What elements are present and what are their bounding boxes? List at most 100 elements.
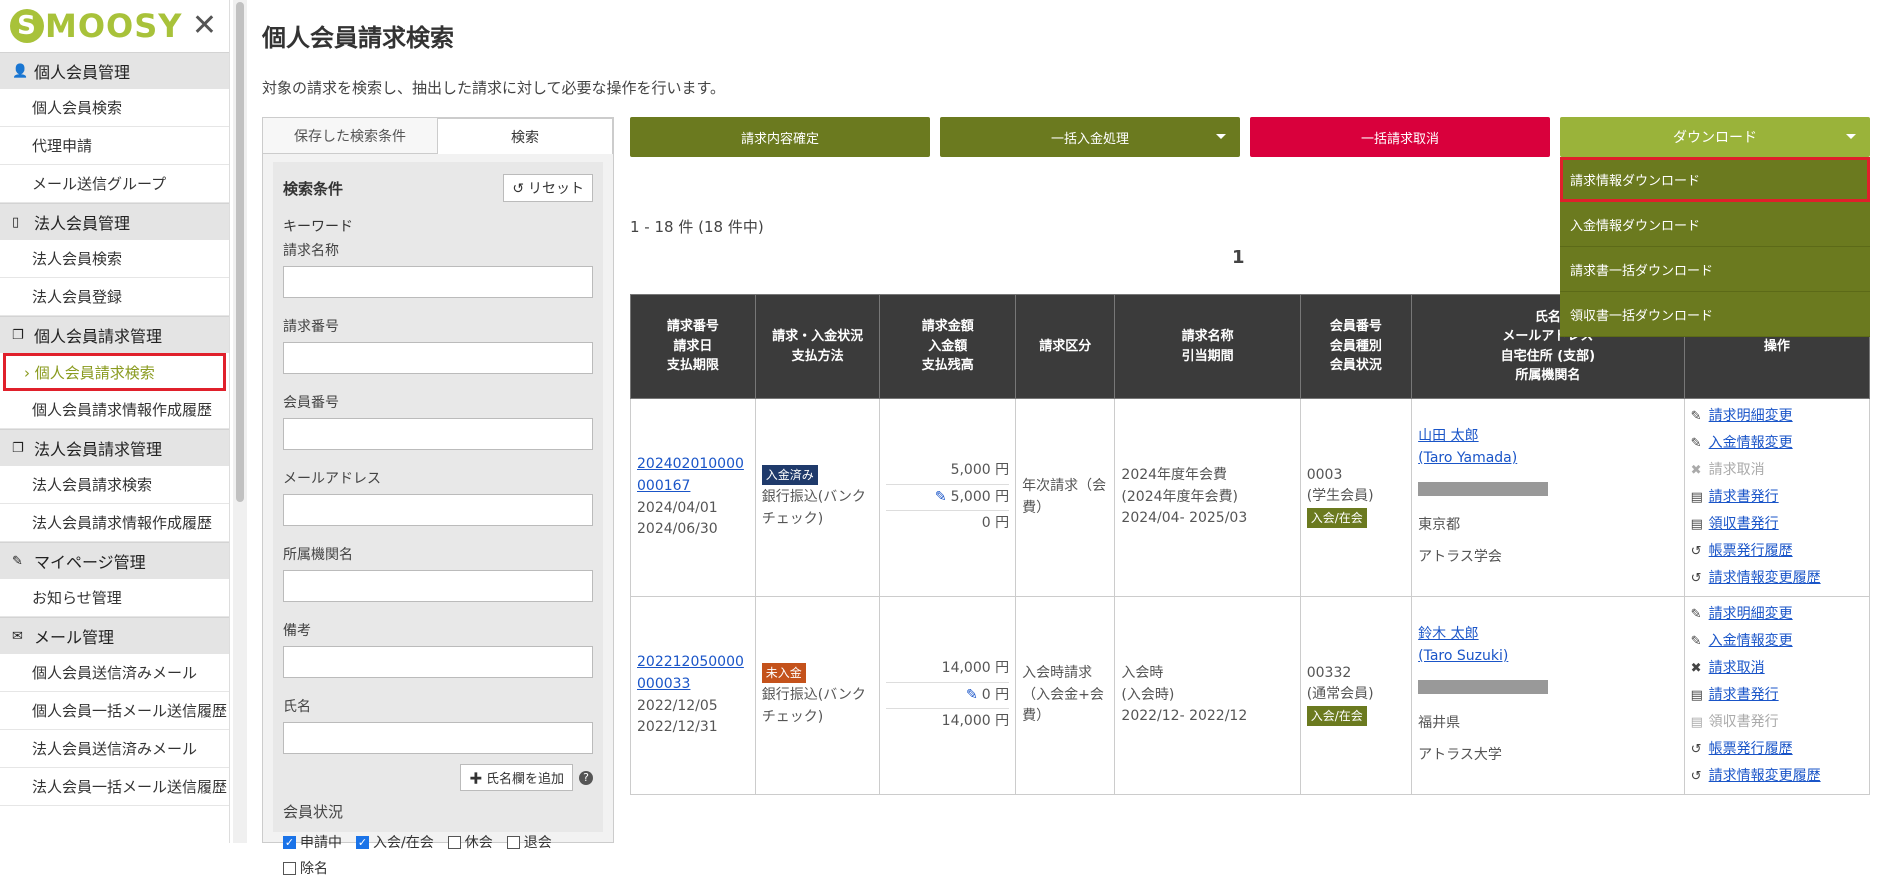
result-count: 1 - 18 件 (18 件中): [630, 218, 764, 236]
sidebar-section-header[interactable]: ❐ 個人会員請求管理: [0, 316, 229, 353]
invoice-number-cell: 202402010000 000167 2024/04/01 2024/06/30: [630, 398, 756, 597]
operation-item[interactable]: ✎ 入金情報変更: [1691, 430, 1863, 457]
checkbox-label: 入会/在会: [373, 835, 434, 851]
sidebar-item[interactable]: 個人会員請求情報作成履歴: [0, 391, 229, 429]
sidebar-scroll-thumb[interactable]: [236, 2, 244, 502]
operation-item[interactable]: ▤ 請求書発行: [1691, 484, 1863, 511]
bulk-cancel-button[interactable]: 一括請求取消: [1250, 117, 1550, 157]
invoice-number-link[interactable]: 202212050000 000033: [637, 654, 744, 692]
operation-item[interactable]: ↺ 請求情報変更履歴: [1691, 763, 1863, 790]
operation-link[interactable]: 請求明細変更: [1709, 601, 1793, 628]
operation-item[interactable]: ✖ 請求取消: [1691, 655, 1863, 682]
download-button[interactable]: ダウンロード: [1560, 117, 1870, 157]
sidebar-item[interactable]: 個人会員検索: [0, 89, 229, 127]
operation-item[interactable]: ✎ 入金情報変更: [1691, 628, 1863, 655]
search-input[interactable]: [283, 494, 593, 526]
invoice-number-link[interactable]: 202402010000 000167: [637, 456, 744, 494]
caret-down-icon: [1216, 134, 1226, 139]
invoice-name-line: (2024年度年会費): [1121, 488, 1238, 505]
operation-link[interactable]: 帳票発行履歴: [1709, 538, 1793, 565]
sidebar-item[interactable]: 個人会員送信済みメール: [0, 654, 229, 692]
sidebar-item[interactable]: 代理申請: [0, 127, 229, 165]
pagination-page[interactable]: 1: [1232, 247, 1245, 268]
member-status-checkbox[interactable]: 休会: [447, 832, 493, 852]
checkbox-icon[interactable]: [506, 835, 520, 849]
operation-link[interactable]: 請求取消: [1709, 655, 1765, 682]
checkbox-icon[interactable]: [283, 861, 296, 875]
sidebar-item[interactable]: 法人会員登録: [0, 278, 229, 316]
table-header-cell: 会員番号 会員種別 会員状況: [1299, 294, 1413, 399]
search-input[interactable]: [283, 342, 593, 374]
help-icon[interactable]: ?: [579, 770, 593, 785]
search-input[interactable]: [283, 646, 593, 678]
download-menu-item[interactable]: 入金情報ダウンロード: [1560, 202, 1870, 247]
edit-paid-icon[interactable]: ✎: [966, 687, 978, 703]
smoosy-logo[interactable]: S MOOSY: [10, 7, 182, 45]
confirm-invoice-button[interactable]: 請求内容確定: [630, 117, 930, 157]
checkbox-label: 除名: [300, 861, 328, 877]
member-status-checkbox[interactable]: ✓ 入会/在会: [356, 832, 434, 852]
operation-item[interactable]: ↺ 請求情報変更履歴: [1691, 565, 1863, 592]
download-menu-item[interactable]: 領収書一括ダウンロード: [1560, 292, 1870, 337]
operation-item[interactable]: ↺ 帳票発行履歴: [1691, 736, 1863, 763]
sidebar-item[interactable]: 法人会員検索: [0, 240, 229, 278]
sidebar-item[interactable]: 法人会員一括メール送信履歴: [0, 768, 229, 806]
operation-link[interactable]: 請求情報変更履歴: [1709, 565, 1821, 592]
checkbox-icon[interactable]: ✓: [356, 835, 369, 849]
operation-link[interactable]: 帳票発行履歴: [1709, 736, 1793, 763]
operations-cell: ✎ 請求明細変更 ✎ 入金情報変更 ✖ 請求取消 ▤ 請求書発行 ▤ 領収書発行 ↺ 帳票発行履歴 ↺ 請…: [1683, 398, 1871, 597]
member-status-checkbox[interactable]: 退会: [506, 832, 552, 852]
bulk-payment-button[interactable]: 一括入金処理: [940, 117, 1240, 157]
tab-search[interactable]: 検索: [437, 118, 613, 154]
edit-paid-icon[interactable]: ✎: [935, 489, 947, 505]
download-menu-item[interactable]: 請求書一括ダウンロード: [1560, 247, 1870, 292]
checkbox-icon[interactable]: ✓: [283, 835, 296, 849]
condition-header: 検索条件 ↺ リセット: [283, 174, 593, 202]
operation-link[interactable]: 請求書発行: [1709, 484, 1779, 511]
operations-cell: ✎ 請求明細変更 ✎ 入金情報変更 ✖ 請求取消 ▤ 請求書発行 ▤ 領収書発行 ↺ 帳票発行履歴 ↺ 請…: [1683, 596, 1871, 795]
operation-item[interactable]: ✎ 請求明細変更: [1691, 601, 1863, 628]
operation-link[interactable]: 請求明細変更: [1709, 403, 1793, 430]
member-status-checkbox[interactable]: 除名: [283, 858, 328, 878]
person-name-link[interactable]: 鈴木 太郎: [1418, 626, 1478, 642]
add-name-button[interactable]: ✚ 氏名欄を追加: [460, 764, 573, 791]
invoice-amount: 14,000 円: [941, 659, 1010, 676]
sidebar-section-header[interactable]: ❐ 法人会員請求管理: [0, 429, 229, 466]
search-input[interactable]: [283, 418, 593, 450]
member-status-title: 会員状況: [283, 803, 344, 821]
operation-link[interactable]: 請求情報変更履歴: [1709, 763, 1821, 790]
member-status-checkbox[interactable]: ✓ 申請中: [283, 832, 342, 852]
reset-button[interactable]: ↺ リセット: [503, 174, 593, 202]
sidebar-item[interactable]: メール送信グループ: [0, 165, 229, 203]
operation-item[interactable]: ▤ 領収書発行: [1691, 511, 1863, 538]
tab-saved-conditions[interactable]: 保存した検索条件: [263, 118, 437, 154]
sidebar-section-header[interactable]: ▯ 法人会員管理: [0, 203, 229, 240]
operation-link[interactable]: 入金情報変更: [1709, 430, 1793, 457]
sidebar-section-header[interactable]: 👤 個人会員管理: [0, 52, 229, 89]
download-menu-item[interactable]: 請求情報ダウンロード: [1560, 157, 1870, 202]
history-icon: ↺: [1690, 742, 1702, 757]
search-input[interactable]: [283, 266, 593, 298]
operation-link[interactable]: 入金情報変更: [1709, 628, 1793, 655]
operation-item[interactable]: ✎ 請求明細変更: [1691, 403, 1863, 430]
masked-email: [1418, 481, 1678, 504]
person-name-link[interactable]: 山田 太郎: [1418, 428, 1478, 444]
sidebar-item[interactable]: 法人会員送信済みメール: [0, 730, 229, 768]
search-input[interactable]: [283, 570, 593, 602]
checkbox-icon[interactable]: [447, 835, 461, 849]
person-name-en-link[interactable]: (Taro Yamada): [1418, 450, 1517, 466]
close-sidebar-icon[interactable]: ✕: [192, 11, 217, 41]
operation-item[interactable]: ↺ 帳票発行履歴: [1691, 538, 1863, 565]
sidebar-section-header[interactable]: ✎ マイページ管理: [0, 542, 229, 579]
sidebar-section-header[interactable]: ✉ メール管理: [0, 617, 229, 654]
sidebar-item[interactable]: › 個人会員請求検索: [3, 353, 226, 391]
sidebar-item[interactable]: 法人会員請求検索: [0, 466, 229, 504]
operation-link[interactable]: 領収書発行: [1709, 511, 1779, 538]
sidebar-item[interactable]: 法人会員請求情報作成履歴: [0, 504, 229, 542]
person-name-en-link[interactable]: (Taro Suzuki): [1418, 648, 1508, 664]
sidebar-item[interactable]: 個人会員一括メール送信履歴: [0, 692, 229, 730]
operation-link[interactable]: 請求書発行: [1709, 682, 1779, 709]
search-input[interactable]: [283, 722, 593, 754]
operation-item[interactable]: ▤ 請求書発行: [1691, 682, 1863, 709]
sidebar-item[interactable]: お知らせ管理: [0, 579, 229, 617]
